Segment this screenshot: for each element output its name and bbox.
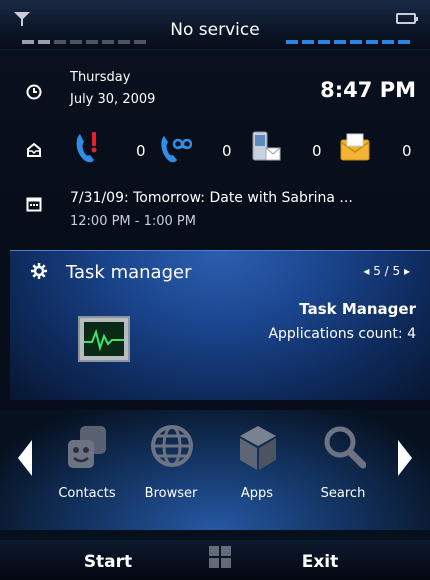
datetime-row[interactable]: Thursday July 30, 2009 8:47 PM bbox=[0, 60, 430, 122]
launcher-next-arrow-icon[interactable] bbox=[398, 440, 412, 476]
email-icon bbox=[340, 133, 370, 161]
magnifier-icon bbox=[324, 426, 366, 469]
start-softkey[interactable]: Start bbox=[68, 552, 148, 572]
pager-prev-icon[interactable]: ◂ bbox=[363, 264, 369, 278]
appointment-time: 12:00 PM - 1:00 PM bbox=[70, 214, 196, 229]
panel-pager[interactable]: ◂ 5 / 5 ▸ bbox=[363, 264, 410, 278]
pager-text: 5 / 5 bbox=[373, 264, 401, 278]
applications-count: Applications count: 4 bbox=[268, 326, 416, 342]
app-label: Browser bbox=[144, 486, 198, 501]
home-screen: No service Thursday July 30, 2009 8:47 P… bbox=[0, 0, 430, 580]
gear-icon bbox=[31, 263, 47, 279]
exit-softkey[interactable]: Exit bbox=[280, 552, 360, 572]
globe-icon bbox=[151, 425, 193, 467]
pager-next-icon[interactable]: ▸ bbox=[404, 264, 410, 278]
signal-strength-bar bbox=[22, 40, 146, 44]
app-label: Search bbox=[320, 486, 366, 501]
panel-title: Task manager bbox=[66, 262, 192, 283]
date-text: July 30, 2009 bbox=[70, 92, 156, 107]
appointment-row[interactable]: 7/31/09: Tomorrow: Date with Sabrina ...… bbox=[0, 186, 430, 246]
voicemail-icon bbox=[161, 136, 192, 163]
battery-level-bar bbox=[286, 40, 410, 44]
app-label: Contacts bbox=[58, 486, 116, 501]
status-bar: No service bbox=[0, 0, 430, 50]
notifications-row[interactable]: 0 0 0 0 bbox=[0, 126, 430, 176]
launcher-prev-arrow-icon[interactable] bbox=[18, 440, 32, 476]
windows-logo-icon[interactable] bbox=[209, 546, 231, 568]
app-apps[interactable]: Apps bbox=[212, 424, 302, 514]
weekday-text: Thursday bbox=[70, 70, 131, 85]
task-manager-heading: Task Manager bbox=[299, 300, 416, 318]
status-title: No service bbox=[170, 20, 260, 40]
email-count: 0 bbox=[402, 142, 412, 160]
missed-call-icon bbox=[76, 132, 97, 163]
inbox-icon bbox=[27, 142, 41, 157]
app-browser[interactable]: Browser bbox=[126, 424, 216, 514]
cube-icon bbox=[240, 426, 276, 470]
task-manager-monitor-icon bbox=[78, 316, 130, 362]
calendar-icon bbox=[26, 197, 42, 212]
app-label: Apps bbox=[240, 486, 274, 501]
contacts-icon bbox=[68, 426, 106, 468]
app-search[interactable]: Search bbox=[298, 424, 388, 514]
appointment-title: 7/31/09: Tomorrow: Date with Sabrina ... bbox=[70, 190, 353, 206]
missed-calls-count: 0 bbox=[136, 142, 146, 160]
text-messages-count: 0 bbox=[312, 142, 322, 160]
voicemail-count: 0 bbox=[222, 142, 232, 160]
clock-icon bbox=[26, 84, 42, 100]
clock-time: 8:47 PM bbox=[320, 78, 416, 102]
text-message-icon bbox=[252, 131, 281, 161]
app-contacts[interactable]: Contacts bbox=[42, 424, 132, 514]
battery-icon bbox=[396, 13, 418, 24]
